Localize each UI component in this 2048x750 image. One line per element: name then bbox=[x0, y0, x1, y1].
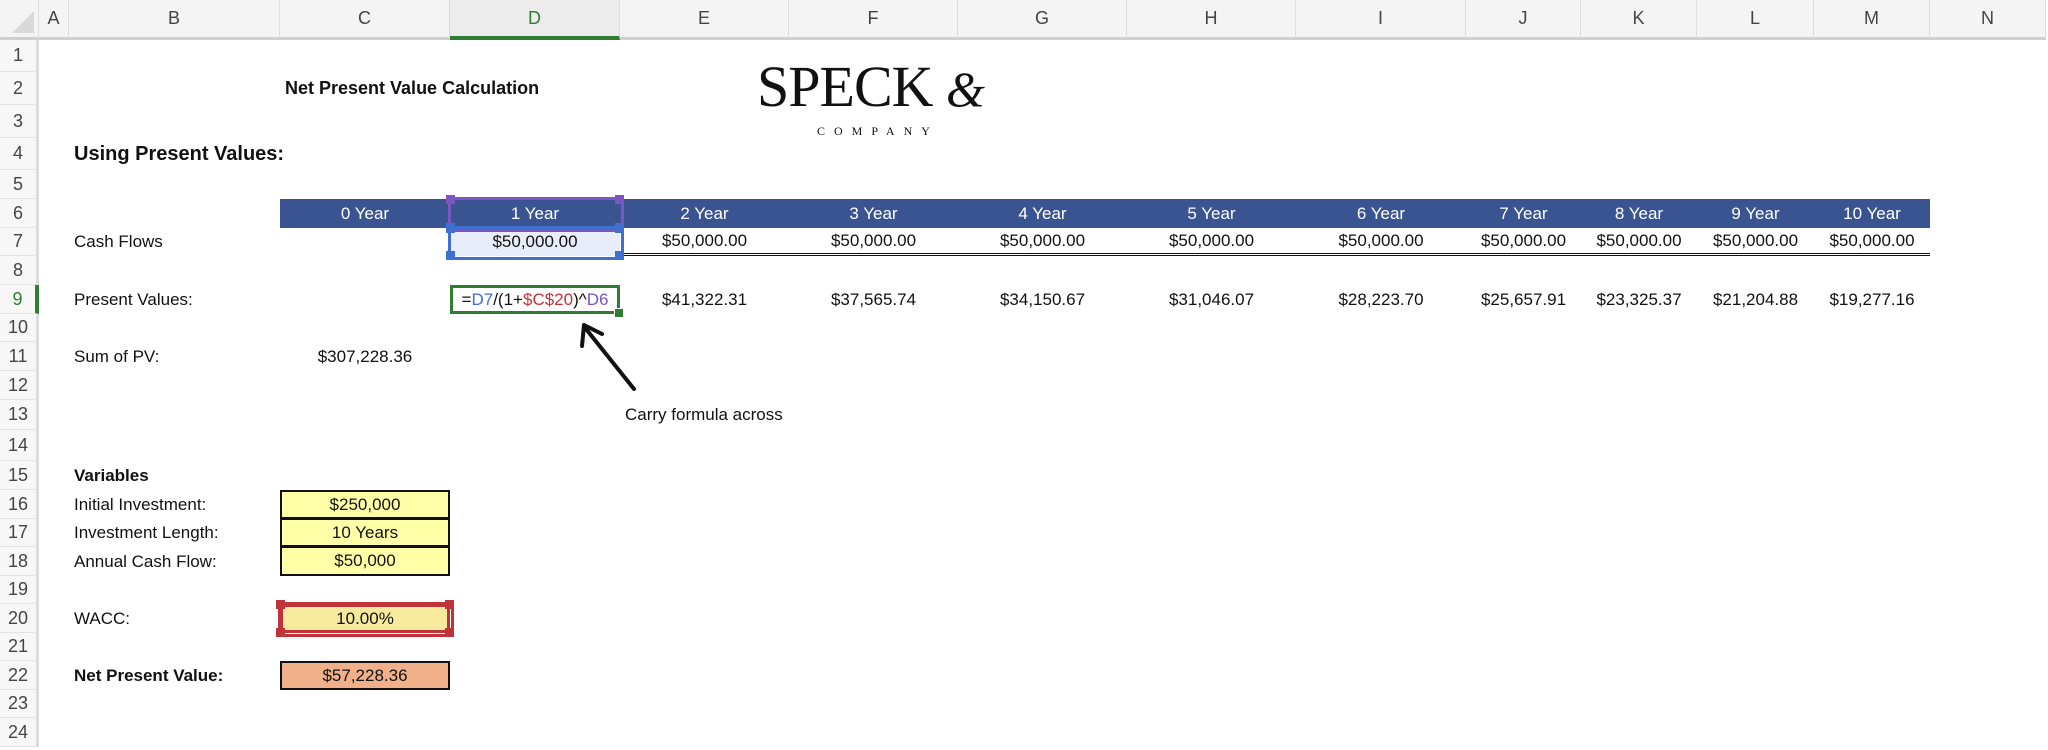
arrow-annotation bbox=[580, 323, 636, 391]
arrow-icon bbox=[584, 327, 636, 391]
speck-company-logo: SPECK & COMPANY bbox=[757, 54, 985, 139]
